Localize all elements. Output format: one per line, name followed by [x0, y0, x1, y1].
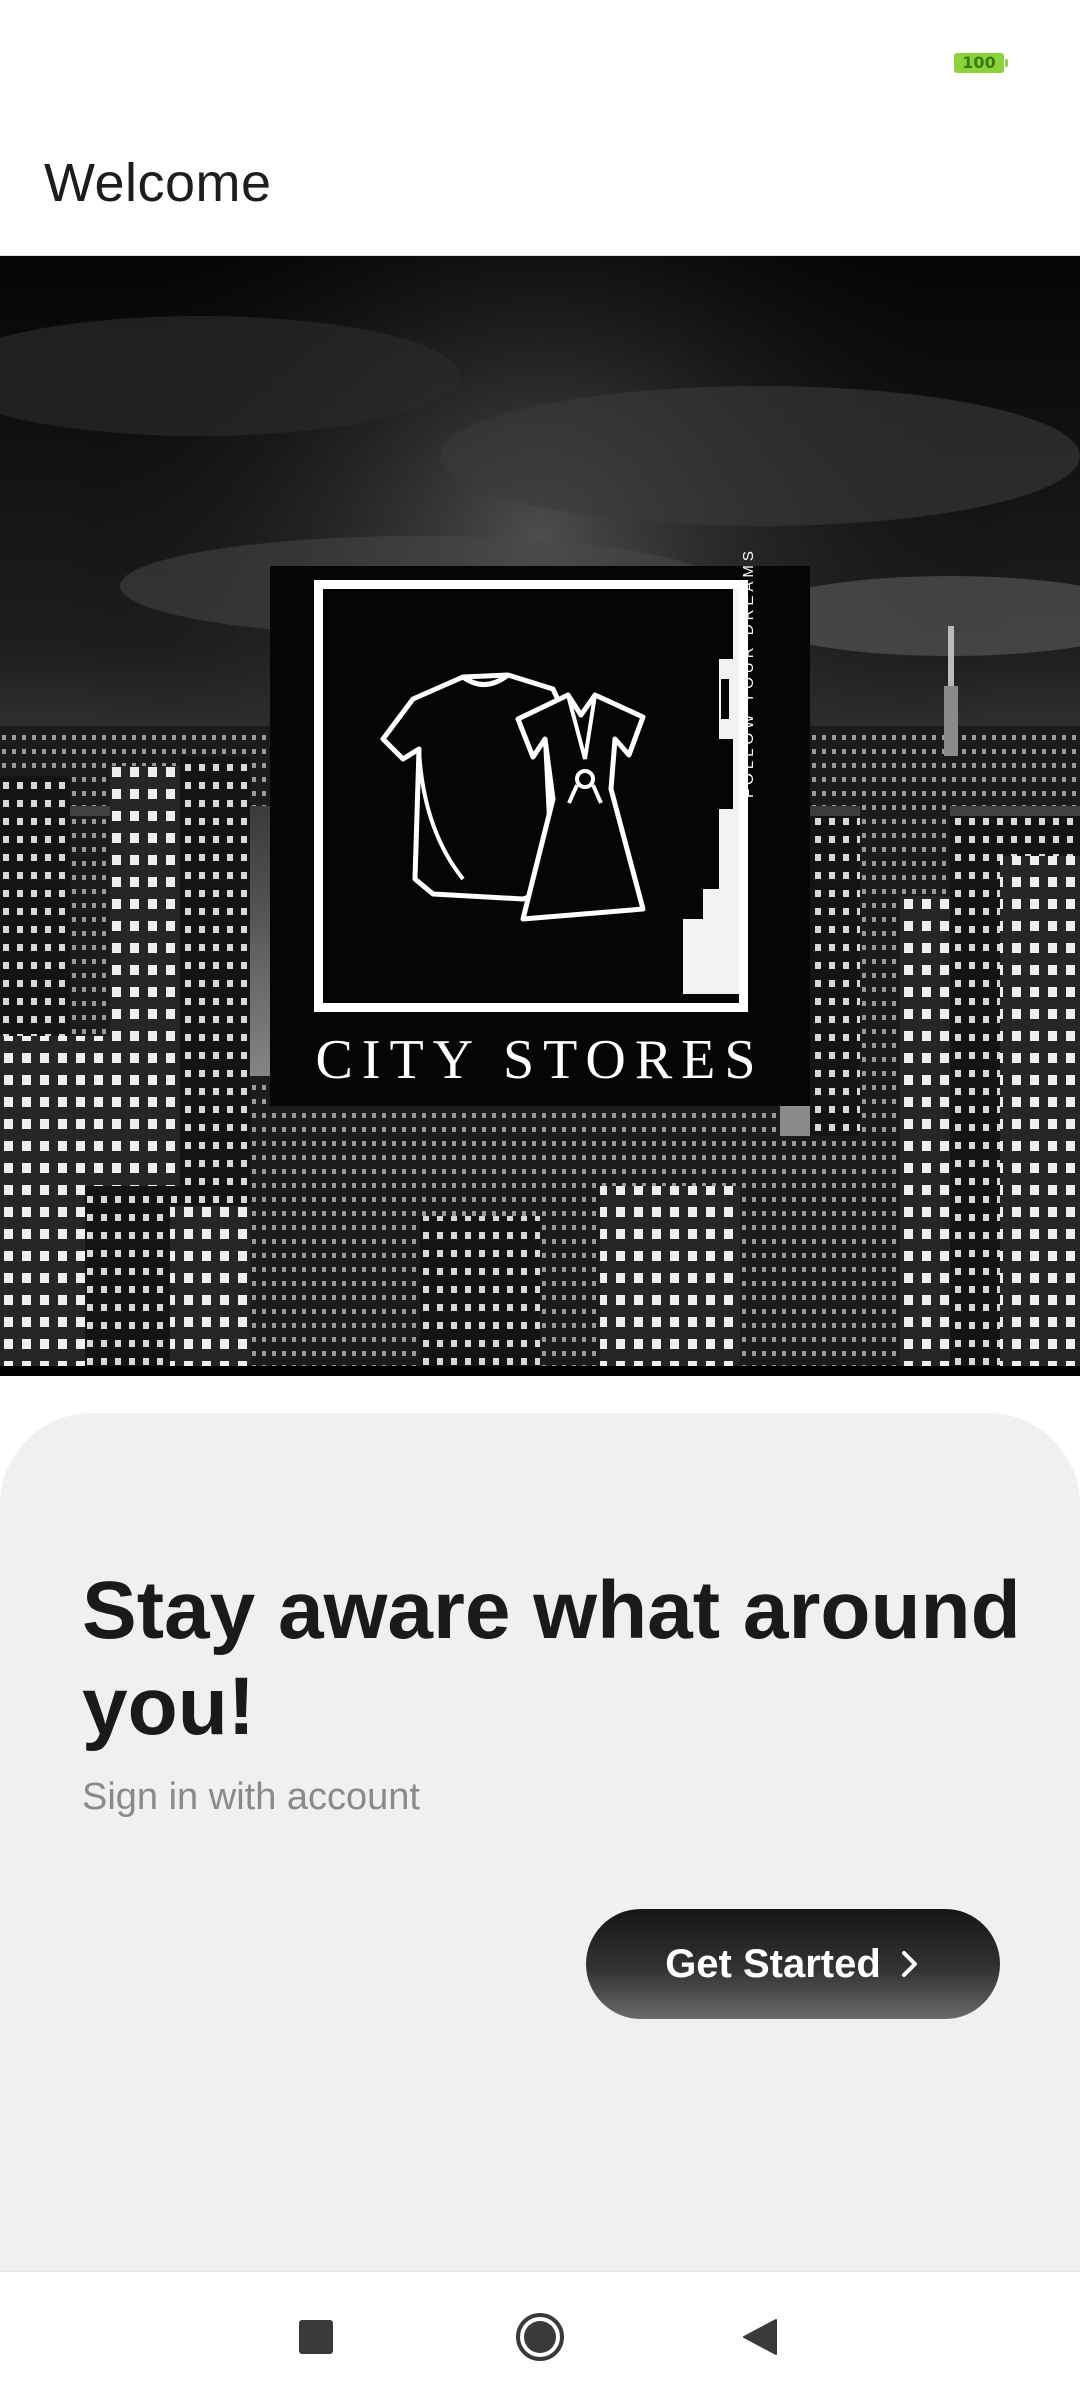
- get-started-label: Get Started: [665, 1941, 881, 1986]
- welcome-card: Stay aware what around you! Sign in with…: [0, 1413, 1080, 2271]
- get-started-button[interactable]: Get Started: [586, 1909, 1000, 2019]
- battery-icon: 100: [954, 53, 1008, 73]
- status-bar: 100: [0, 0, 1080, 120]
- recent-apps-icon: [299, 2319, 333, 2354]
- clothing-icon: [380, 589, 741, 994]
- home-button[interactable]: [485, 2272, 595, 2400]
- page-title: Welcome: [44, 153, 272, 213]
- subtitle: Sign in with account: [82, 1776, 420, 1818]
- logo-tagline: FOLLOW YOUR DREAMS: [740, 547, 757, 798]
- city-stores-logo: FOLLOW YOUR DREAMS CITY STORES: [270, 547, 810, 1106]
- logo-brand-name: CITY STORES: [315, 1029, 765, 1091]
- headline: Stay aware what around you!: [82, 1565, 1021, 1752]
- recent-apps-button[interactable]: [261, 2272, 371, 2400]
- chevron-right-icon: [901, 1951, 917, 1977]
- home-icon: [516, 2312, 564, 2361]
- back-button[interactable]: [705, 2272, 815, 2400]
- back-icon: [743, 2318, 777, 2355]
- system-navigation-bar: [0, 2271, 1080, 2400]
- app-bar: Welcome: [0, 120, 1080, 256]
- hero-city-image: FOLLOW YOUR DREAMS CITY STORES: [0, 256, 1080, 1376]
